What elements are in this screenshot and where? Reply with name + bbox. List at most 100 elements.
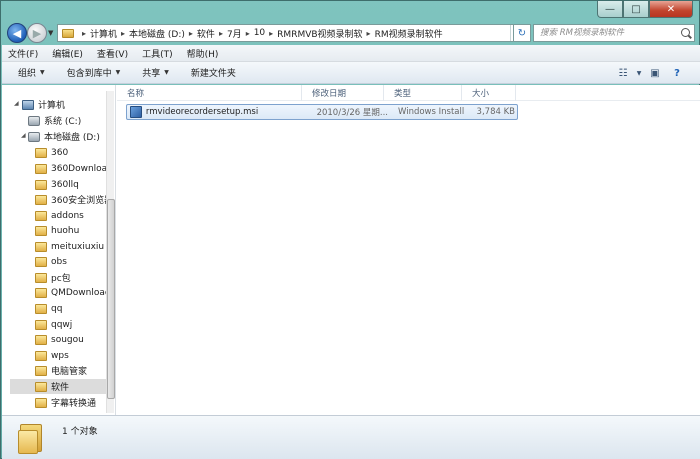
back-button[interactable]: ◀ [7, 23, 27, 43]
menu-edit[interactable]: 编辑(E) [52, 47, 83, 60]
nav-folder[interactable]: 360Download [35, 161, 113, 176]
chevron-right-icon[interactable]: ▸ [82, 29, 86, 38]
close-button[interactable]: ✕ [649, 1, 693, 18]
organize-button[interactable]: 组织 ▼ [18, 66, 45, 79]
nav-folder-label: pc包 [51, 274, 71, 284]
folder-icon [35, 256, 47, 267]
scrollbar-thumb[interactable] [107, 199, 115, 399]
nav-folder[interactable]: wps [35, 348, 69, 363]
collapse-arrow-icon[interactable]: ◢ [21, 132, 26, 139]
nav-drive-c[interactable]: 系统 (C:) [28, 113, 81, 128]
chevron-right-icon[interactable]: ▸ [367, 29, 371, 38]
file-row[interactable]: rmvideorecordersetup.msi 2010/3/26 星期...… [126, 104, 518, 120]
nav-folder[interactable]: obs [35, 254, 67, 269]
nav-scrollbar[interactable] [106, 91, 115, 413]
chevron-right-icon[interactable]: ▸ [219, 29, 223, 38]
nav-folder[interactable]: huohu [35, 223, 79, 238]
minimize-button[interactable]: — [597, 1, 623, 18]
menu-file[interactable]: 文件(F) [8, 47, 38, 60]
menu-tools[interactable]: 工具(T) [142, 47, 173, 60]
navigation-pane: ◢ 计算机 系统 (C:) ◢ 本地磁盘 (D:) 360 360Downloa… [2, 85, 116, 415]
refresh-button[interactable]: ↻ [513, 24, 531, 42]
folder-icon [35, 147, 47, 158]
menu-view[interactable]: 查看(V) [97, 47, 128, 60]
chevron-right-icon[interactable]: ▸ [269, 29, 273, 38]
nav-folder[interactable]: pc包 [35, 270, 71, 285]
nav-folder[interactable]: QMDownload [35, 285, 111, 300]
nav-computer[interactable]: 计算机 [22, 97, 65, 112]
search-input[interactable] [540, 28, 678, 38]
column-type[interactable]: 类型 [384, 85, 462, 101]
maximize-button[interactable]: □ [623, 1, 649, 18]
column-name[interactable]: 名称 [117, 85, 302, 101]
breadcrumb-rm-recorder[interactable]: RM视频录制软件 [375, 27, 443, 40]
folder-icon [35, 381, 47, 392]
command-toolbar: 组织 ▼ 包含到库中 ▼ 共享 ▼ 新建文件夹 ☷ ▼ ▣ ? [2, 62, 700, 84]
caret-view-icon[interactable]: ▼ [634, 65, 644, 81]
folder-icon [35, 303, 47, 314]
nav-folder[interactable]: qqwj [35, 317, 72, 332]
nav-label: 计算机 [38, 101, 66, 111]
share-label: 共享 [142, 69, 161, 79]
nav-label: 本地磁盘 (D:) [44, 133, 100, 143]
search-icon[interactable] [681, 28, 690, 37]
nav-folder[interactable]: addons [35, 208, 84, 223]
nav-folder[interactable]: 360安全浏览器 [35, 192, 113, 207]
chevron-down-icon: ▼ [164, 69, 169, 76]
breadcrumb-software[interactable]: 软件 [197, 27, 215, 40]
search-box[interactable] [533, 24, 695, 42]
nav-folder[interactable]: 360 [35, 145, 68, 160]
include-in-library-button[interactable]: 包含到库中 ▼ [67, 66, 121, 79]
nav-folder[interactable]: 电脑管家 [35, 363, 87, 378]
folder-icon [35, 272, 47, 283]
nav-folder-label: wps [51, 350, 69, 361]
share-button[interactable]: 共享 ▼ [142, 66, 169, 79]
breadcrumb-rmrmvb[interactable]: RMRMVB视频录制软 [277, 27, 362, 40]
folder-icon [35, 334, 47, 345]
breadcrumb-computer[interactable]: 计算机 [90, 27, 117, 40]
folder-icon [35, 179, 47, 190]
view-options-icon[interactable]: ☷ [612, 65, 634, 81]
help-icon[interactable]: ? [666, 65, 688, 81]
breadcrumb-july[interactable]: 7月 [227, 27, 242, 40]
nav-folder-label: QMDownload [51, 287, 111, 298]
nav-folder-label: 软件 [51, 383, 70, 393]
folder-icon [35, 287, 47, 298]
folder-icon [35, 241, 47, 252]
nav-folder-label: 360 [51, 147, 69, 158]
column-date-modified[interactable]: 修改日期 [302, 85, 384, 101]
content-area: ◢ 计算机 系统 (C:) ◢ 本地磁盘 (D:) 360 360Downloa… [2, 85, 700, 415]
computer-icon [22, 99, 34, 110]
item-count: 1 个对象 [62, 427, 98, 437]
folder-icon [35, 397, 47, 408]
breadcrumb-drive-d[interactable]: 本地磁盘 (D:) [129, 27, 185, 40]
breadcrumb-10[interactable]: 10 [254, 28, 265, 38]
new-folder-label: 新建文件夹 [190, 69, 236, 79]
column-size[interactable]: 大小 [462, 85, 516, 101]
nav-folder[interactable]: qq [35, 301, 62, 316]
nav-folder[interactable]: meituxiuxiu [35, 239, 104, 254]
nav-drive-d[interactable]: 本地磁盘 (D:) [28, 129, 100, 144]
folder-front-shape [18, 430, 38, 454]
nav-folder-label: addons [51, 210, 84, 221]
nav-folder[interactable]: 字幕转换通 [35, 395, 96, 410]
chevron-right-icon[interactable]: ▸ [189, 29, 193, 38]
address-bar[interactable]: ▸ 计算机 ▸ 本地磁盘 (D:) ▸ 软件 ▸ 7月 ▸ 10 ▸ RMRMV… [57, 24, 527, 42]
history-dropdown-icon[interactable]: ▼ [48, 29, 53, 37]
chevron-right-icon[interactable]: ▸ [121, 29, 125, 38]
nav-folder-label: 360llq [51, 179, 79, 190]
forward-button[interactable]: ▶ [27, 23, 47, 43]
collapse-arrow-icon[interactable]: ◢ [14, 100, 19, 107]
new-folder-button[interactable]: 新建文件夹 [191, 66, 236, 79]
nav-folder[interactable]: 360llq [35, 177, 79, 192]
nav-folder-selected[interactable]: 软件 [10, 379, 106, 394]
nav-folder[interactable]: sougou [35, 332, 84, 347]
file-list: 名称 修改日期 类型 大小 rmvideorecordersetup.msi 2… [117, 85, 700, 415]
chevron-right-icon[interactable]: ▸ [246, 29, 250, 38]
folder-icon [18, 422, 44, 454]
preview-pane-icon[interactable]: ▣ [644, 65, 666, 81]
folder-icon [35, 319, 47, 330]
menu-help[interactable]: 帮助(H) [187, 47, 219, 60]
nav-folder-label: obs [51, 256, 67, 267]
status-bar: 1 个对象 [2, 415, 700, 459]
